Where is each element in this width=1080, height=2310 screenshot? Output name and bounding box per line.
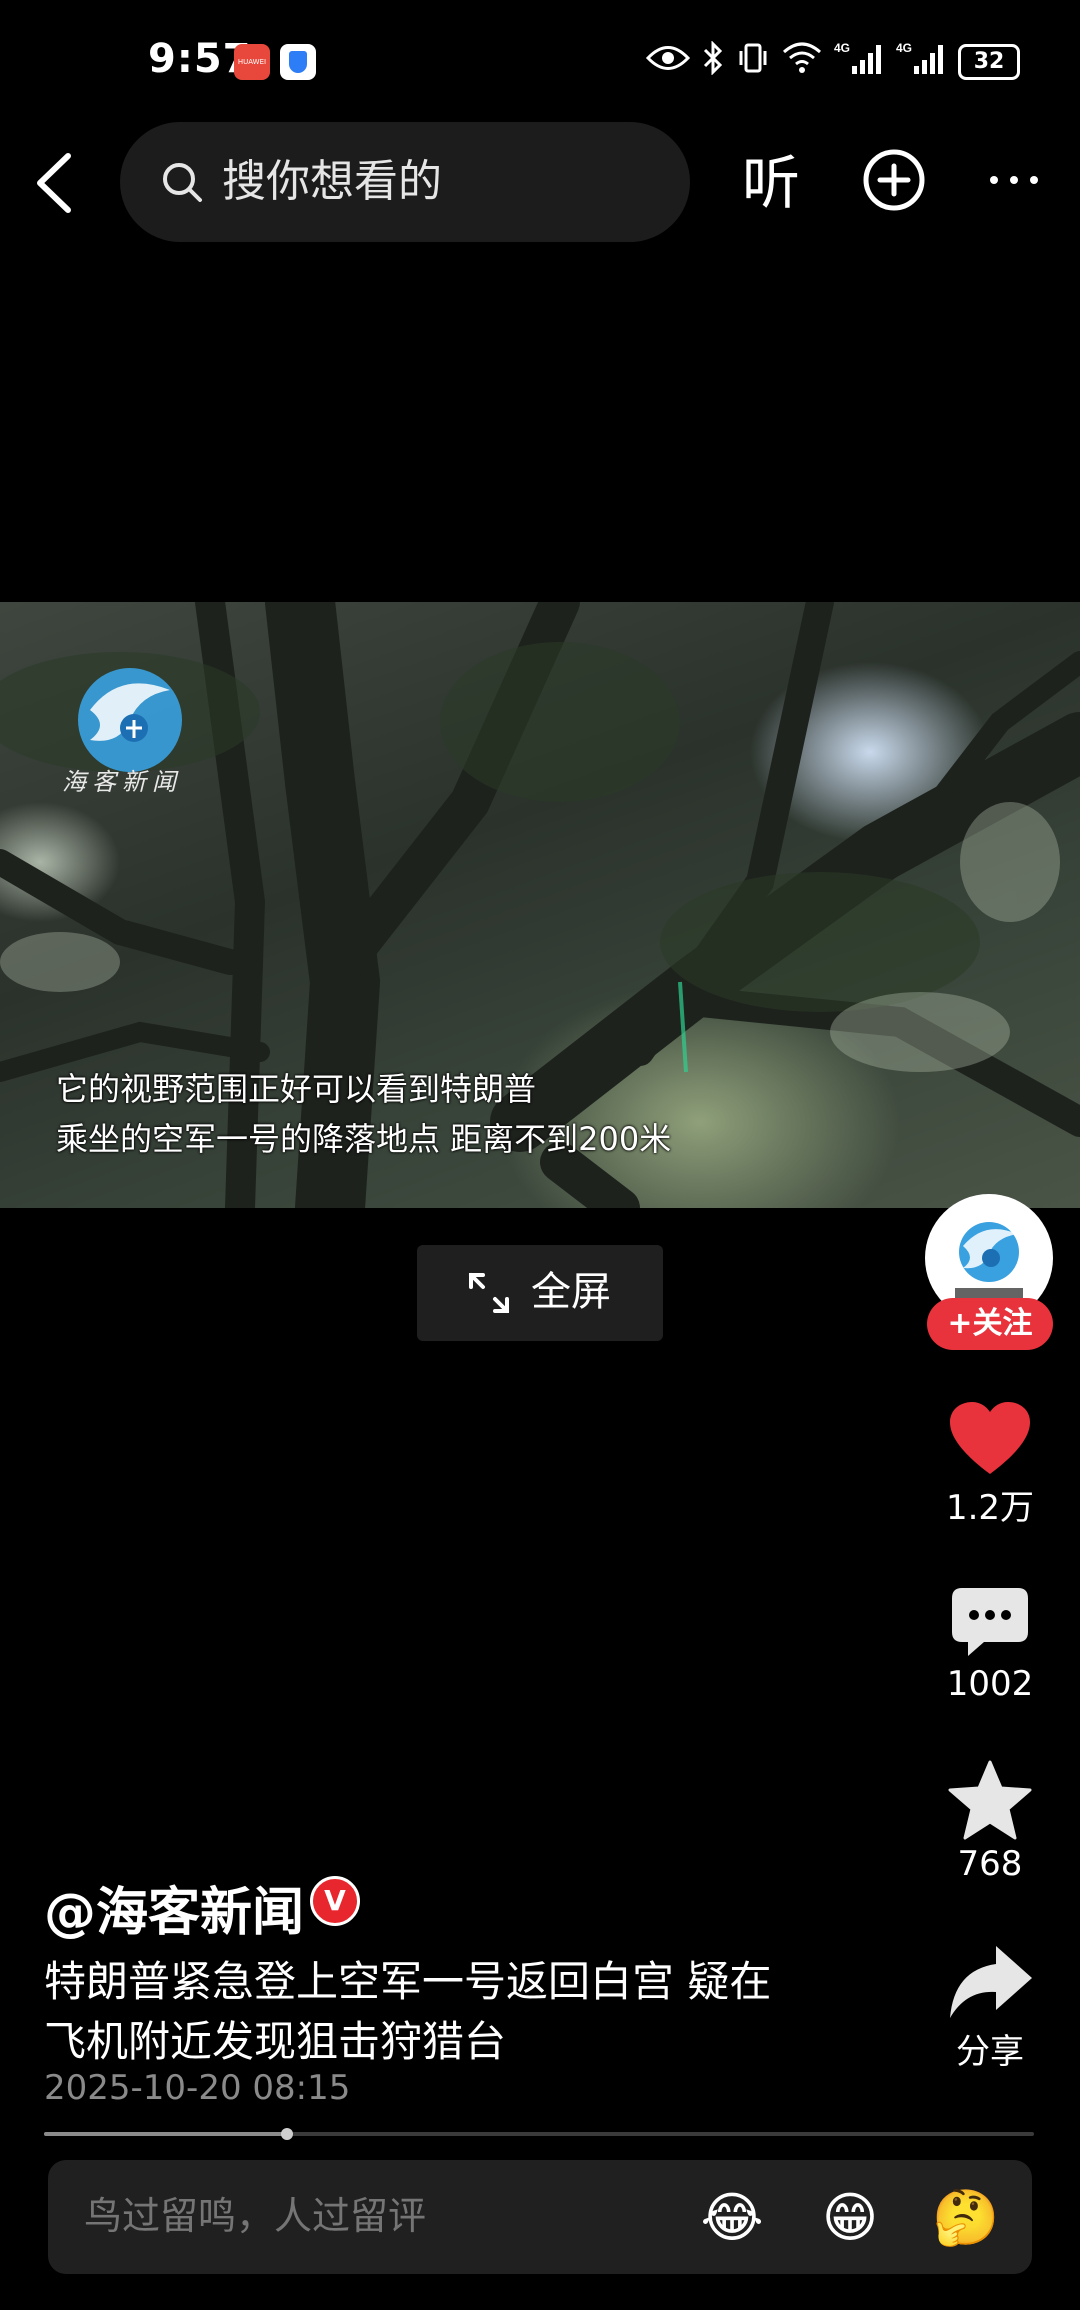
comment-bubble-icon (952, 1588, 1028, 1656)
security-notification-icon (280, 44, 316, 80)
back-button[interactable] (28, 148, 88, 218)
signal-4g-icon-1: 4G (834, 40, 884, 83)
system-icons: 4G 4G 32 (645, 40, 1020, 83)
share-label: 分享 (956, 2032, 1024, 2072)
video-progress-bar[interactable] (44, 2128, 1034, 2140)
expand-icon (469, 1273, 509, 1313)
wifi-icon (782, 42, 822, 81)
add-button[interactable] (862, 148, 926, 212)
svg-text:4G: 4G (896, 41, 912, 55)
search-icon (163, 163, 202, 202)
signal-4g-icon-2: 4G (896, 40, 946, 83)
vibrate-icon (736, 41, 770, 82)
video-detail-page: 9:57 HUAWEI 4G 4G 32 搜你想看的 听 海客新闻 它的视野范围… (0, 0, 1080, 2310)
share-arrow-icon (950, 1946, 1032, 2018)
comment-bar: 😂 😁 🤔 (48, 2160, 1032, 2274)
eye-icon (645, 43, 691, 80)
plus-circle-icon (863, 149, 925, 211)
favorite-button[interactable]: 768 (930, 1760, 1050, 1884)
video-progress-fill (44, 2132, 287, 2136)
watermark-label: 海客新闻 (62, 768, 182, 796)
favorite-count: 768 (957, 1844, 1023, 1884)
svg-text:4G: 4G (834, 41, 850, 55)
comment-input[interactable] (84, 2160, 684, 2274)
video-player[interactable]: 海客新闻 它的视野范围正好可以看到特朗普 乘坐的空军一号的降落地点 距离不到20… (0, 602, 1080, 1208)
more-options-button[interactable] (986, 160, 1042, 200)
star-icon (948, 1760, 1032, 1840)
status-bar: 9:57 HUAWEI 4G 4G 32 (0, 0, 1080, 120)
battery-icon: 32 (958, 43, 1020, 80)
post-date: 2025-10-20 08:15 (44, 2068, 351, 2108)
comment-count: 1002 (946, 1664, 1034, 1704)
listen-button[interactable]: 听 (742, 148, 800, 218)
video-subtitle-line-2: 乘坐的空军一号的降落地点 距离不到200米 (56, 1120, 672, 1158)
follow-button[interactable]: +关注 (927, 1298, 1053, 1350)
heart-icon (950, 1402, 1030, 1474)
fullscreen-label: 全屏 (531, 1269, 611, 1315)
thinking-emoji-button[interactable]: 🤔 (932, 2186, 999, 2250)
app-store-notification-icon: HUAWEI (234, 44, 270, 80)
author-name[interactable]: @海客新闻 (44, 1870, 304, 1945)
fullscreen-button[interactable]: 全屏 (417, 1245, 663, 1341)
like-button[interactable]: 1.2万 (930, 1400, 1050, 1529)
bluetooth-icon (702, 40, 724, 82)
laughing-emoji-button[interactable]: 😂 (700, 2186, 764, 2250)
more-horizontal-icon (990, 176, 1038, 184)
video-subtitle-line-1: 它的视野范围正好可以看到特朗普 (56, 1070, 537, 1108)
comment-button[interactable]: 1002 (930, 1586, 1050, 1704)
verified-badge: V (310, 1876, 360, 1926)
post-description-line-1: 特朗普紧急登上空军一号返回白宫 疑在 (44, 1957, 772, 2006)
grinning-emoji-button[interactable]: 😁 (818, 2186, 882, 2250)
like-count: 1.2万 (945, 1488, 1035, 1528)
chevron-left-icon (37, 153, 71, 213)
post-description-line-2: 飞机附近发现狙击狩猎台 (44, 2017, 507, 2066)
video-progress-thumb[interactable] (280, 2128, 293, 2140)
share-button[interactable]: 分享 (930, 1942, 1050, 2073)
search-placeholder: 搜你想看的 (222, 156, 442, 207)
search-bar[interactable]: 搜你想看的 (120, 122, 690, 242)
